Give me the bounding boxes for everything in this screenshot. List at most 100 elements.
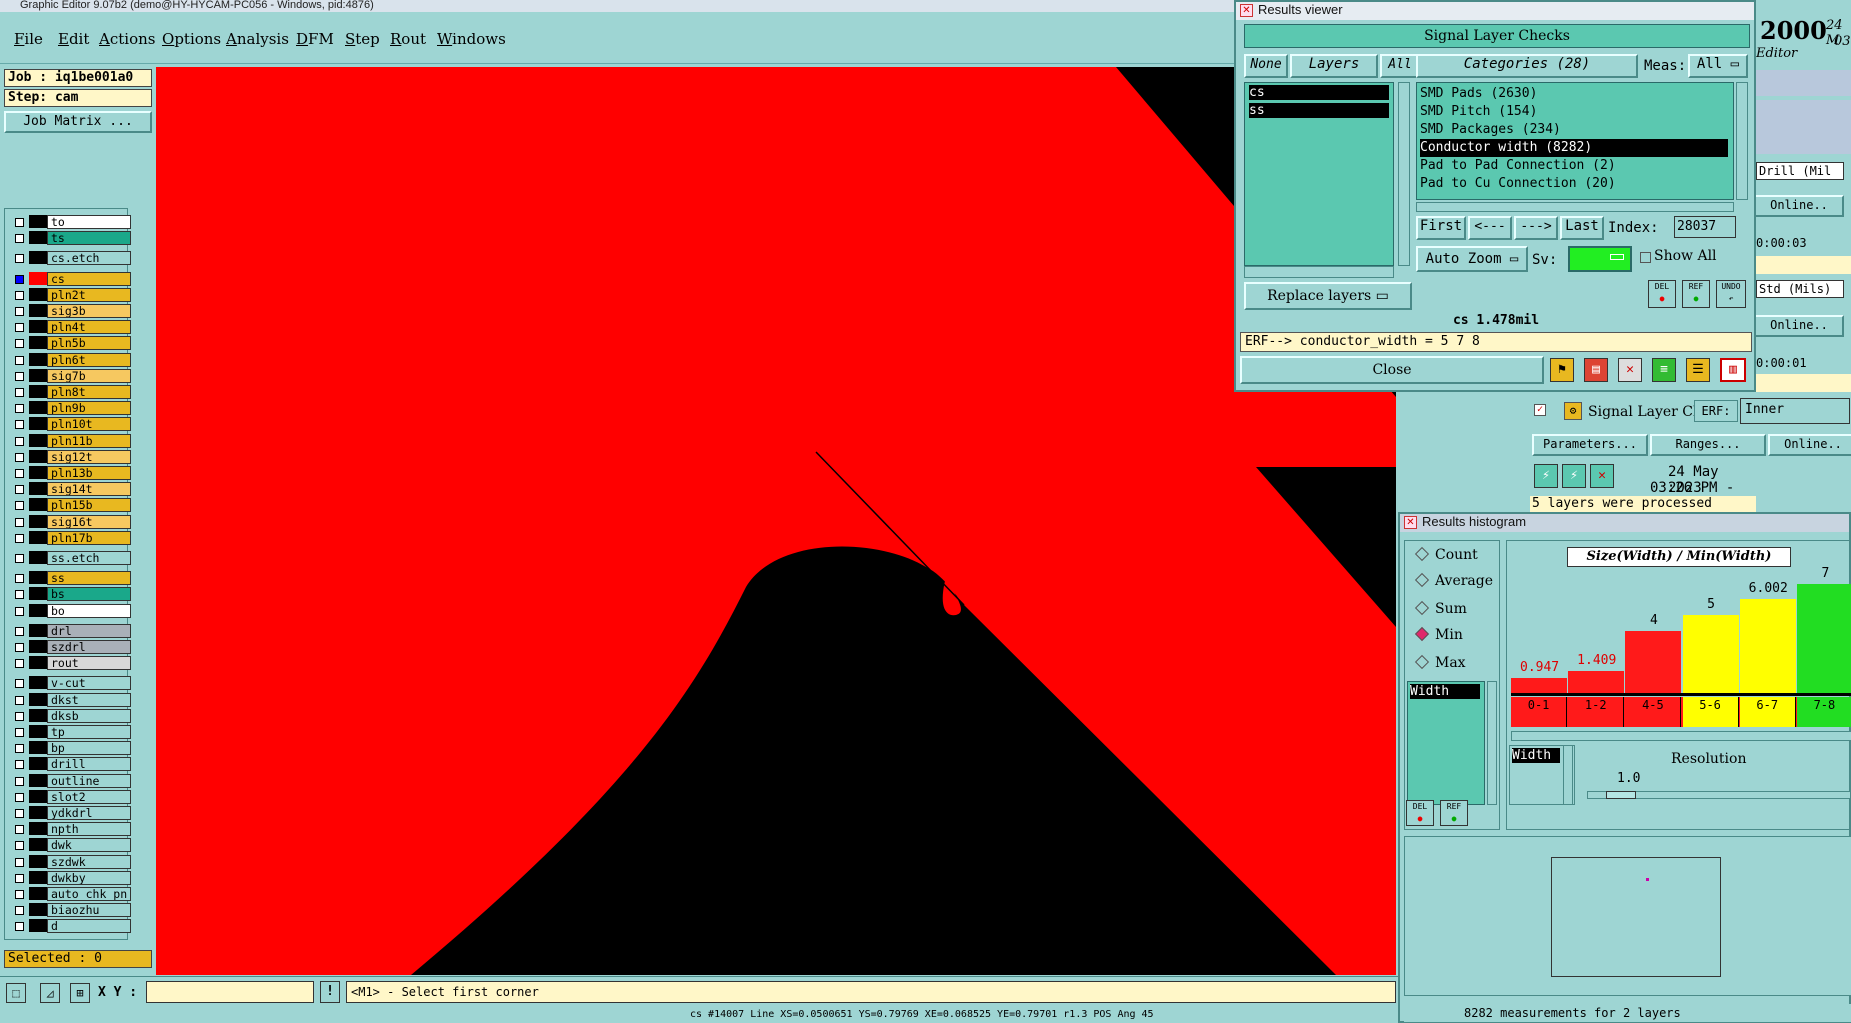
resolution-slider-thumb[interactable] — [1606, 791, 1636, 799]
layer-row[interactable]: sig14t — [9, 482, 131, 497]
menu-options[interactable]: Options — [162, 30, 221, 48]
layer-row[interactable]: pln17b — [9, 530, 131, 545]
layer-checkbox[interactable] — [15, 906, 24, 916]
mode-count-radio[interactable]: Count — [1414, 546, 1478, 563]
layer-checkbox[interactable] — [15, 355, 24, 365]
run-icon[interactable]: ⚡ — [1534, 464, 1558, 488]
category-item[interactable]: SMD Packages (234) — [1420, 121, 1561, 139]
report-icon[interactable]: ▤ — [1584, 358, 1608, 382]
layer-name[interactable]: szdwk — [47, 854, 131, 869]
layer-checkbox[interactable] — [15, 890, 24, 899]
stop-icon[interactable]: ✕ — [1590, 464, 1614, 488]
layer-row[interactable]: dksb — [9, 708, 131, 723]
layer-name[interactable]: pln2t — [47, 287, 131, 302]
menu-dfm[interactable]: DFM — [296, 30, 334, 48]
layer-checkbox[interactable] — [15, 218, 24, 227]
layer-checkbox[interactable] — [15, 695, 24, 705]
layer-row[interactable]: rout — [9, 656, 131, 671]
layer-row[interactable]: sig12t — [9, 449, 131, 464]
layer-name[interactable]: pln17b — [47, 530, 131, 545]
close-window-icon[interactable]: ✕ — [1240, 4, 1253, 17]
layer-row[interactable]: pln15b — [9, 498, 131, 513]
layer-row[interactable]: sig7b — [9, 368, 131, 383]
online-button-3[interactable]: Online.. — [1768, 434, 1851, 456]
layer-name[interactable]: pln5b — [47, 336, 131, 351]
layer-row[interactable]: ydkdrl — [9, 806, 131, 820]
no-ref-icon[interactable]: ✕ — [1618, 358, 1642, 382]
layer-row[interactable]: szdrl — [9, 640, 131, 654]
layer-checkbox[interactable] — [15, 469, 24, 478]
mode-max-radio[interactable]: Max — [1414, 654, 1466, 671]
layers-all-button[interactable]: All — [1380, 54, 1420, 78]
del-button[interactable]: DEL ● — [1648, 280, 1676, 308]
mode-average-radio[interactable]: Average — [1414, 572, 1493, 589]
erf-value[interactable]: Inner — [1740, 398, 1850, 424]
layer-checkbox[interactable] — [15, 776, 24, 786]
layer-name[interactable]: rout — [47, 656, 131, 671]
menu-file[interactable]: File — [14, 30, 43, 48]
layer-row[interactable]: cs.etch — [9, 251, 131, 266]
menu-rout[interactable]: Rout — [390, 30, 426, 48]
layer-row[interactable]: tp — [9, 725, 131, 739]
mode-sum-radio[interactable]: Sum — [1414, 600, 1467, 617]
result-layer-item[interactable]: cs — [1249, 85, 1389, 100]
measure-list[interactable]: Width — [1407, 681, 1485, 805]
layer-row[interactable]: pln9b — [9, 401, 131, 416]
layer-row[interactable]: outline — [9, 773, 131, 788]
menu-edit[interactable]: Edit — [58, 30, 89, 48]
layer-checkbox[interactable] — [15, 254, 24, 264]
layer-checkbox[interactable] — [15, 388, 24, 397]
layer-name[interactable]: drl — [47, 623, 131, 638]
layer-checkbox[interactable] — [15, 744, 24, 754]
layer-row[interactable]: ss.etch — [9, 551, 131, 565]
layer-checkbox[interactable] — [15, 711, 24, 721]
layer-row[interactable]: pln13b — [9, 466, 131, 480]
layer-name[interactable]: sig12t — [47, 449, 131, 464]
layer-name[interactable]: dwk — [47, 838, 131, 853]
resolution-list-scrollbar[interactable] — [1563, 745, 1573, 805]
layer-row[interactable]: pln10t — [9, 417, 131, 432]
layer-row[interactable]: szdwk — [9, 854, 131, 869]
layer-name[interactable]: ss — [47, 571, 131, 586]
sheet-icon[interactable]: ≡ — [1652, 358, 1676, 382]
layer-row[interactable]: sig3b — [9, 304, 131, 318]
layer-results-list[interactable]: cs ss — [1244, 82, 1394, 266]
online-button-2[interactable]: Online.. — [1754, 315, 1844, 337]
layer-name[interactable]: tp — [47, 725, 131, 739]
histogram-bar[interactable] — [1796, 584, 1851, 693]
categories-hscrollbar[interactable] — [1416, 202, 1734, 212]
menu-analysis[interactable]: Analysis — [226, 30, 289, 48]
histogram-icon[interactable]: ▥ — [1720, 358, 1746, 382]
info-icon[interactable]: ! — [320, 981, 340, 1003]
layer-row[interactable]: to — [9, 215, 131, 229]
layer-name[interactable]: dkst — [47, 692, 131, 707]
meas-dropdown[interactable]: All ▭ — [1688, 54, 1748, 78]
layer-checkbox[interactable] — [15, 659, 24, 669]
histogram-bar[interactable] — [1625, 631, 1682, 693]
index-input[interactable]: 28037 — [1674, 216, 1736, 238]
layer-checkbox[interactable] — [15, 841, 24, 851]
job-matrix-button[interactable]: Job Matrix ... — [4, 111, 152, 133]
layer-name[interactable]: d — [47, 919, 131, 934]
layer-name[interactable]: sig16t — [47, 514, 131, 529]
layer-name[interactable]: sig3b — [47, 304, 131, 318]
layer-name[interactable]: dwkby — [47, 870, 131, 885]
layer-name[interactable]: bp — [47, 741, 131, 756]
close-button[interactable]: Close — [1240, 356, 1544, 384]
layer-checkbox[interactable] — [15, 760, 24, 770]
layer-name[interactable]: pln10t — [47, 417, 131, 432]
layer-checkbox[interactable] — [15, 643, 24, 652]
layer-name[interactable]: ts — [47, 231, 131, 246]
layer-checkbox[interactable] — [15, 452, 24, 462]
layer-checkbox[interactable] — [15, 371, 24, 381]
show-all-checkbox[interactable] — [1640, 252, 1651, 263]
categories-list[interactable]: SMD Pads (2630) SMD Pitch (154) SMD Pack… — [1416, 82, 1734, 200]
layer-row[interactable]: bs — [9, 587, 131, 602]
measure-icon[interactable]: ◿ — [40, 983, 60, 1003]
mode-min-radio[interactable]: Min — [1414, 626, 1463, 643]
check-enabled-checkbox[interactable]: ✓ — [1534, 404, 1546, 416]
layer-checkbox[interactable] — [15, 574, 24, 584]
category-item[interactable]: Pad to Pad Connection (2) — [1420, 157, 1616, 175]
histogram-ref-button[interactable]: REF ● — [1440, 800, 1468, 826]
close-histogram-icon[interactable]: ✕ — [1404, 516, 1417, 529]
